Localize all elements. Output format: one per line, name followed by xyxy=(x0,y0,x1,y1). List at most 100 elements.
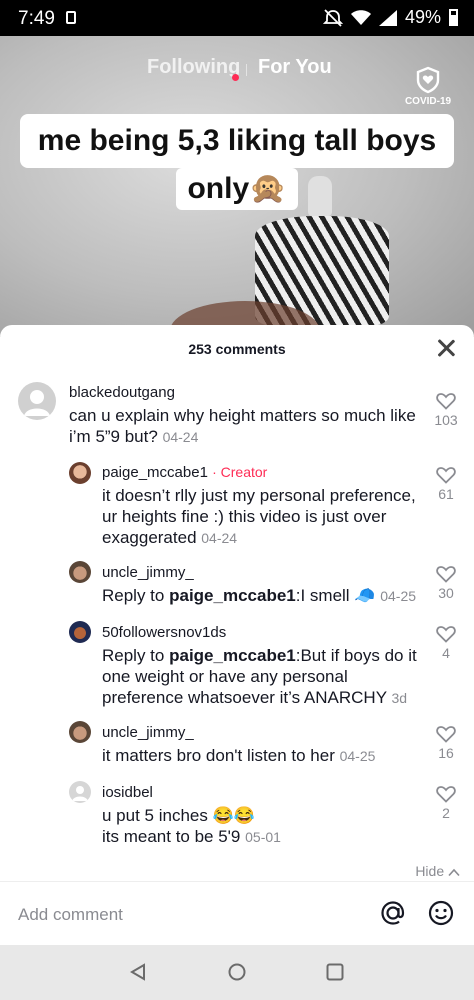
emoji-button[interactable] xyxy=(426,898,456,928)
like-button[interactable]: 30 xyxy=(431,565,461,601)
comment-body: it matters bro don't listen to her xyxy=(102,746,335,765)
heart-icon xyxy=(436,626,456,643)
wifi-icon xyxy=(350,9,371,25)
video-caption-line1: me being 5,3 liking tall boys xyxy=(20,114,454,168)
status-time: 7:49 xyxy=(18,8,55,29)
mention-button[interactable] xyxy=(378,898,408,928)
avatar[interactable] xyxy=(69,781,91,803)
comment-text: u put 5 inches 😂😂 its meant to be 5'9 05… xyxy=(102,805,420,848)
username-text[interactable]: paige_mccabe1 xyxy=(102,464,208,481)
recent-apps-icon[interactable] xyxy=(325,962,345,982)
hide-label: Hide xyxy=(415,863,445,879)
like-button[interactable]: 16 xyxy=(431,725,461,761)
comment-date: 04-24 xyxy=(162,429,199,445)
tab-for-you[interactable]: For You xyxy=(258,56,332,79)
top-nav: Following For You COVID-19 xyxy=(0,56,474,107)
at-icon xyxy=(381,901,405,925)
like-button[interactable]: 4 xyxy=(431,625,461,661)
avatar[interactable] xyxy=(18,382,56,420)
hide-replies-button[interactable]: Hide xyxy=(415,863,460,879)
video-background[interactable]: Following For You COVID-19 me being 5,3 … xyxy=(0,36,474,336)
comment-item[interactable]: blackedoutgang can u explain why height … xyxy=(0,380,474,450)
comment-text: can u explain why height matters so much… xyxy=(69,405,419,448)
default-avatar-icon xyxy=(24,390,50,416)
smiley-icon xyxy=(428,900,454,926)
back-icon[interactable] xyxy=(128,962,148,982)
shield-heart-icon xyxy=(416,66,440,94)
comment-body-line2: its meant to be 5'9 xyxy=(102,827,241,846)
comment-date: 05-01 xyxy=(245,829,281,845)
divider xyxy=(0,881,474,882)
reply-prefix: Reply to xyxy=(102,586,165,605)
covid-button[interactable]: COVID-19 xyxy=(398,66,458,107)
comments-header: 253 comments xyxy=(0,325,474,371)
comment-body-line1: u put 5 inches 😂😂 xyxy=(102,806,255,825)
heart-icon xyxy=(436,726,456,743)
comment-text: it matters bro don't listen to her 04-25 xyxy=(102,745,420,767)
add-comment-input[interactable]: Add comment xyxy=(18,905,123,925)
battery-text: 49% xyxy=(404,7,441,27)
like-count: 4 xyxy=(442,645,450,661)
avatar[interactable] xyxy=(69,462,91,484)
comment-body: it doesn’t rlly just my personal prefere… xyxy=(102,486,416,547)
comment-date: 04-24 xyxy=(201,530,238,546)
comment-text: Reply to paige_mccabe1:I smell 🧢 04-25 xyxy=(102,585,420,607)
like-button[interactable]: 61 xyxy=(431,466,461,502)
status-right: 49% xyxy=(322,7,458,28)
like-count: 30 xyxy=(438,585,454,601)
comment-reply-item[interactable]: paige_mccabe1 · Creator it doesn’t rlly … xyxy=(0,460,474,550)
comment-date: 04-25 xyxy=(380,588,417,604)
comment-count: 253 comments xyxy=(188,341,286,357)
like-count: 2 xyxy=(442,805,450,821)
default-avatar-icon xyxy=(72,786,88,801)
comment-date: 3d xyxy=(391,690,408,706)
comment-text: Reply to paige_mccabe1:But if boys do it… xyxy=(102,645,420,709)
comment-username[interactable]: iosidbel xyxy=(102,784,153,801)
heart-icon xyxy=(436,467,456,484)
reply-to-user[interactable]: paige_mccabe1 xyxy=(169,586,296,605)
close-icon[interactable] xyxy=(436,338,456,358)
avatar[interactable] xyxy=(69,721,91,743)
reply-to-user[interactable]: paige_mccabe1 xyxy=(169,646,296,665)
sim-card-icon xyxy=(66,11,76,24)
avatar[interactable] xyxy=(69,621,91,643)
creator-tag: · Creator xyxy=(212,464,268,480)
comments-sheet: 253 comments blackedoutgang can u explai… xyxy=(0,325,474,945)
comment-reply-item[interactable]: uncle_jimmy_ Reply to paige_mccabe1:I sm… xyxy=(0,561,474,611)
notification-dot xyxy=(232,74,239,81)
comment-username[interactable]: paige_mccabe1 · Creator xyxy=(102,464,267,481)
video-caption-line2: only🙊 xyxy=(176,168,298,210)
comment-date: 04-25 xyxy=(339,748,376,764)
like-button[interactable]: 2 xyxy=(431,785,461,821)
mute-icon xyxy=(322,8,343,27)
like-count: 61 xyxy=(438,486,454,502)
home-icon[interactable] xyxy=(227,962,247,982)
comment-reply-item[interactable]: iosidbel u put 5 inches 😂😂 its meant to … xyxy=(0,781,474,851)
comment-username[interactable]: uncle_jimmy_ xyxy=(102,724,194,741)
lamp-fixture xyxy=(308,176,332,216)
like-button[interactable]: 103 xyxy=(431,392,461,428)
tab-following[interactable]: Following xyxy=(147,56,240,79)
comment-text: it doesn’t rlly just my personal prefere… xyxy=(102,485,420,549)
comment-body: :I smell 🧢 xyxy=(295,586,376,605)
system-nav-bar xyxy=(0,945,474,1000)
like-count: 103 xyxy=(434,412,458,428)
heart-icon xyxy=(436,786,456,803)
heart-icon xyxy=(436,566,456,583)
signal-icon xyxy=(378,9,397,26)
comment-reply-item[interactable]: 50followersnov1ds Reply to paige_mccabe1… xyxy=(0,621,474,711)
reply-prefix: Reply to xyxy=(102,646,165,665)
avatar[interactable] xyxy=(69,561,91,583)
comment-reply-item[interactable]: uncle_jimmy_ it matters bro don't listen… xyxy=(0,721,474,771)
tab-divider xyxy=(246,64,247,76)
comment-username[interactable]: 50followersnov1ds xyxy=(102,624,226,641)
battery-icon xyxy=(449,9,458,26)
status-bar: 7:49 49% xyxy=(0,0,474,36)
like-count: 16 xyxy=(438,745,454,761)
comment-body: can u explain why height matters so much… xyxy=(69,406,416,446)
covid-label: COVID-19 xyxy=(404,96,452,107)
comment-username[interactable]: blackedoutgang xyxy=(69,384,175,401)
heart-icon xyxy=(436,393,456,410)
chevron-up-icon xyxy=(448,868,460,876)
comment-username[interactable]: uncle_jimmy_ xyxy=(102,564,194,581)
